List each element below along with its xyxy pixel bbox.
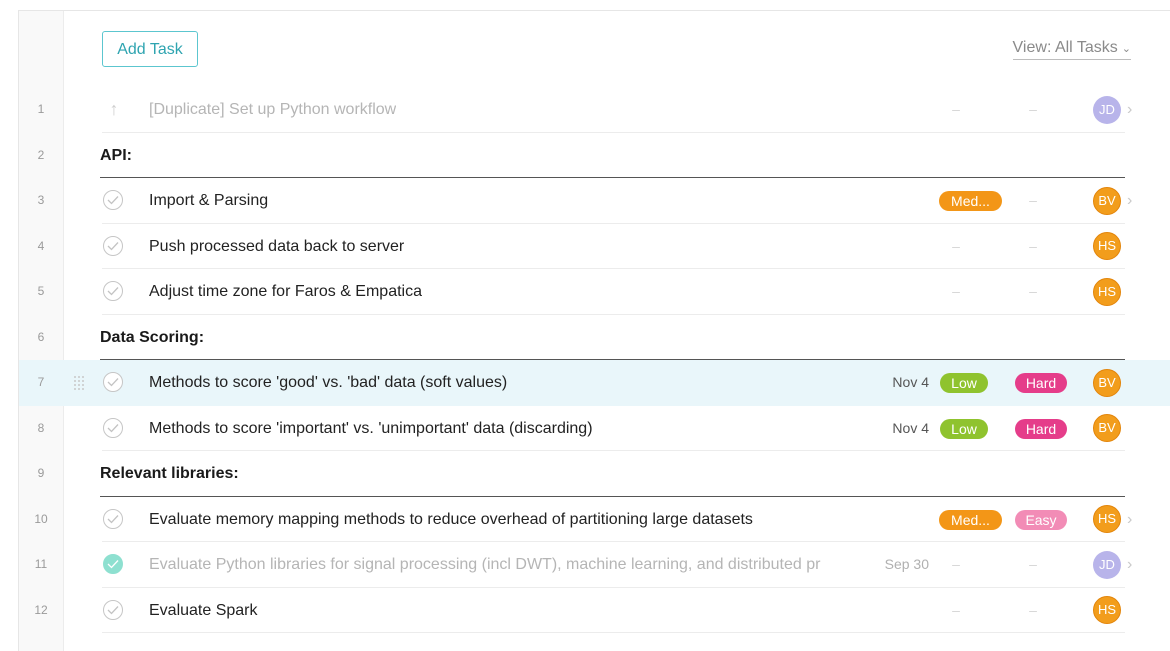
due-date[interactable]: Sep 30 — [877, 542, 929, 588]
row-number: 7 — [37, 375, 45, 389]
task-title[interactable]: Push processed data back to server — [149, 224, 404, 270]
toolbar: Add Task View: All Tasks ⌄ — [19, 11, 1170, 91]
difficulty-badge[interactable]: Hard — [1015, 373, 1067, 393]
assignee-avatar[interactable]: BV — [1093, 186, 1121, 215]
task-row[interactable]: 8 Methods to score 'important' vs. 'unimp… — [19, 406, 1170, 452]
check-circle-icon[interactable] — [103, 417, 123, 438]
section-header-row: 9 Relevant libraries: — [19, 451, 1170, 497]
task-row[interactable]: 10 Evaluate memory mapping methods to red… — [19, 497, 1170, 543]
assignee-avatar[interactable]: HS — [1093, 277, 1121, 306]
check-circle-icon[interactable] — [103, 554, 123, 574]
row-number: 10 — [34, 511, 48, 526]
task-list-panel: Add Task View: All Tasks ⌄ 1 ↑ [Duplicate] … — [18, 10, 1170, 651]
section-header-row: 6 Data Scoring: — [19, 315, 1170, 361]
assignee-avatar[interactable]: HS — [1093, 596, 1121, 625]
priority-empty[interactable]: – — [946, 588, 966, 634]
chevron-down-icon: ⌄ — [1121, 43, 1131, 55]
row-number: 11 — [34, 557, 48, 571]
task-row[interactable]: 1 ↑ [Duplicate] Set up Python workflow – – JD… — [19, 87, 1170, 133]
task-row[interactable]: 11 Evaluate Python libraries for signal p… — [19, 542, 1170, 588]
difficulty-empty[interactable]: – — [1023, 542, 1043, 588]
add-task-button[interactable]: Add Task — [102, 31, 198, 67]
task-title[interactable]: Evaluate memory mapping methods to reduc… — [149, 497, 753, 543]
view-filter-label: View: All Tasks — [1012, 39, 1118, 56]
difficulty-empty[interactable]: – — [1023, 269, 1043, 315]
task-row[interactable]: 5 Adjust time zone for Faros & Empatica – –… — [19, 269, 1170, 315]
check-circle-icon[interactable] — [103, 599, 123, 620]
task-title[interactable]: Evaluate Spark — [149, 588, 258, 634]
priority-badge[interactable]: Med... — [939, 191, 1002, 211]
task-title[interactable]: Adjust time zone for Faros & Empatica — [149, 269, 422, 315]
row-divider — [102, 632, 1125, 633]
assignee-avatar[interactable]: BV — [1093, 414, 1121, 443]
row-number: 3 — [37, 193, 45, 207]
priority-empty[interactable]: – — [946, 542, 966, 588]
task-row[interactable]: 12 Evaluate Spark – – HS — [19, 588, 1170, 634]
task-title[interactable]: [Duplicate] Set up Python workflow — [149, 87, 396, 133]
chevron-right-icon[interactable]: › — [1127, 178, 1132, 224]
assignee-avatar[interactable]: JD — [1093, 550, 1121, 579]
difficulty-empty[interactable]: – — [1023, 178, 1043, 224]
due-date[interactable]: Nov 4 — [877, 360, 929, 406]
row-number: 1 — [37, 102, 45, 116]
check-circle-icon[interactable] — [103, 372, 123, 392]
priority-empty[interactable]: – — [946, 224, 966, 270]
section-title[interactable]: Relevant libraries: — [100, 451, 239, 497]
assignee-avatar[interactable]: HS — [1093, 232, 1121, 261]
check-circle-icon[interactable] — [103, 508, 123, 529]
chevron-right-icon[interactable]: › — [1127, 542, 1132, 588]
difficulty-empty[interactable]: – — [1023, 588, 1043, 634]
priority-badge[interactable]: Low — [940, 418, 988, 439]
row-number: 12 — [34, 602, 48, 617]
task-row[interactable]: 4 Push processed data back to server – – HS — [19, 224, 1170, 270]
assignee-avatar[interactable]: BV — [1093, 368, 1121, 397]
difficulty-badge[interactable]: Easy — [1015, 509, 1067, 530]
check-circle-icon[interactable] — [103, 235, 123, 256]
row-number: 2 — [37, 147, 45, 162]
row-number: 4 — [37, 238, 45, 253]
section-header-row: 2 API: — [19, 133, 1170, 179]
task-title[interactable]: Evaluate Python libraries for signal pro… — [149, 542, 875, 588]
drag-handle-icon[interactable] — [73, 375, 87, 391]
task-row[interactable]: 7 Methods to score 'good' vs. 'bad' data … — [19, 360, 1170, 406]
row-number: 6 — [37, 329, 45, 344]
priority-empty[interactable]: – — [946, 87, 966, 133]
row-number: 5 — [37, 284, 45, 298]
priority-empty[interactable]: – — [946, 269, 966, 315]
task-title[interactable]: Import & Parsing — [149, 178, 268, 224]
check-circle-icon[interactable] — [103, 190, 123, 210]
up-arrow-icon: ↑ — [109, 99, 119, 119]
row-number: 8 — [37, 420, 45, 435]
task-row[interactable]: 3 Import & Parsing Med... – BV › — [19, 178, 1170, 224]
due-date[interactable]: Nov 4 — [877, 406, 929, 452]
chevron-right-icon[interactable]: › — [1127, 497, 1132, 543]
assignee-avatar[interactable]: JD — [1093, 95, 1121, 124]
priority-badge[interactable]: Low — [940, 373, 988, 393]
difficulty-badge[interactable]: Hard — [1015, 418, 1067, 439]
difficulty-empty[interactable]: – — [1023, 87, 1043, 133]
difficulty-empty[interactable]: – — [1023, 224, 1043, 270]
section-title[interactable]: Data Scoring: — [100, 315, 204, 361]
check-circle-icon[interactable] — [103, 281, 123, 301]
priority-badge[interactable]: Med... — [939, 509, 1002, 530]
section-title[interactable]: API: — [100, 133, 132, 179]
chevron-right-icon[interactable]: › — [1127, 87, 1132, 133]
view-filter-dropdown[interactable]: View: All Tasks ⌄ — [1012, 39, 1131, 60]
outer-margin — [0, 0, 18, 650]
row-number: 9 — [37, 466, 45, 480]
assignee-avatar[interactable]: HS — [1093, 505, 1121, 534]
